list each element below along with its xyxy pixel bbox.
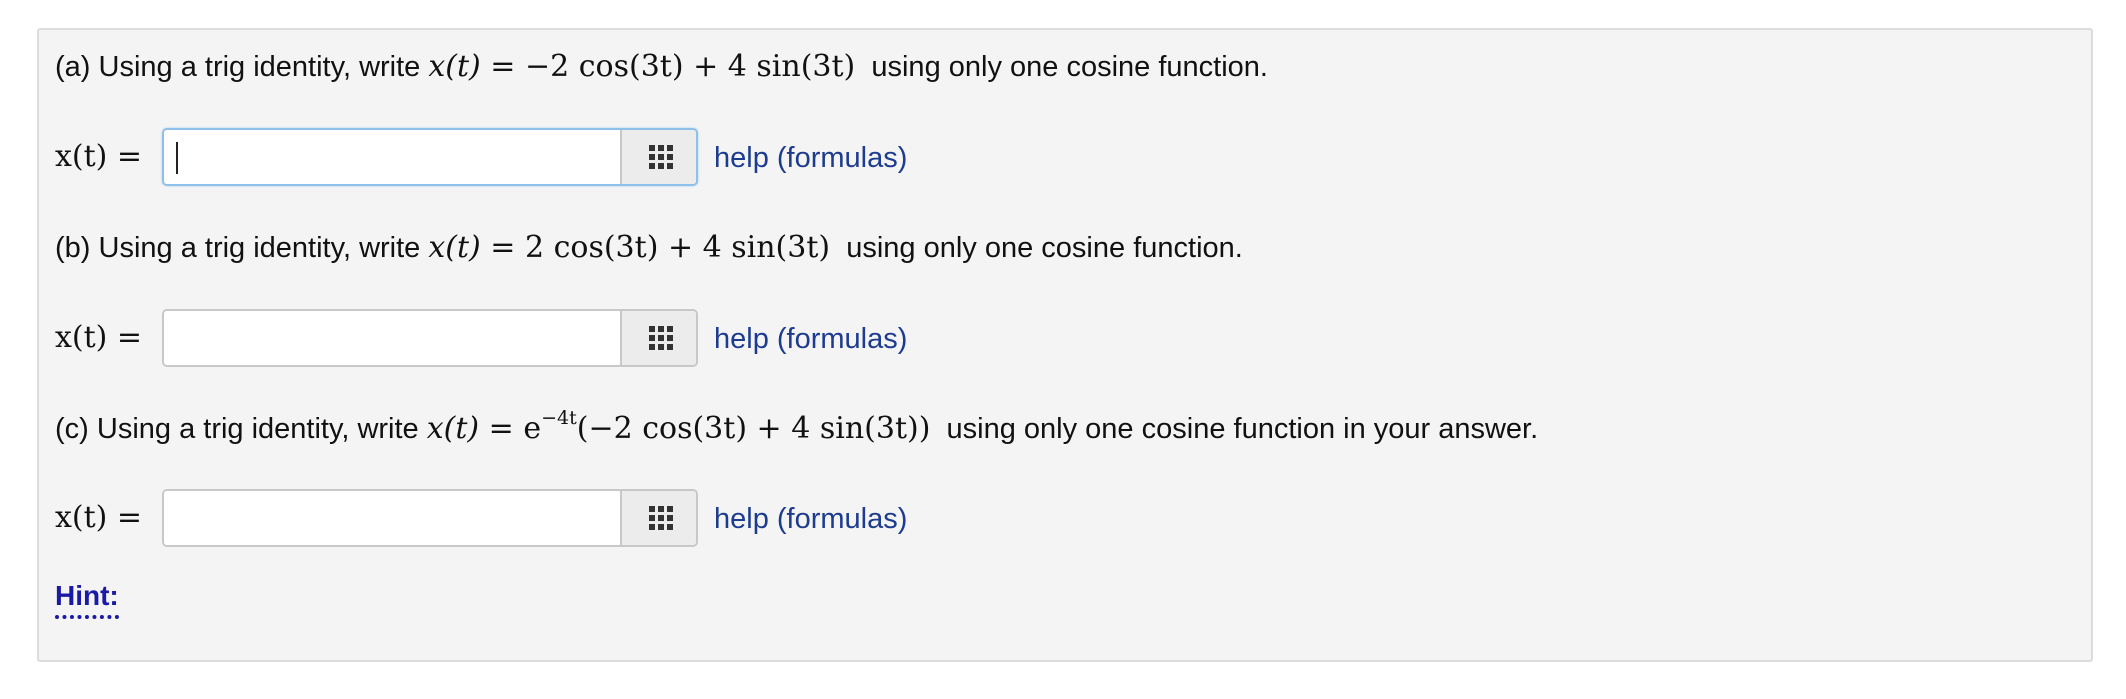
answer-b-label: x(t) = [55,320,143,355]
problem-b-prefix: (b) Using a trig identity, write [55,232,429,264]
grid-icon [649,326,673,350]
answer-c-box [162,489,698,547]
answer-c-label: x(t) = [55,500,143,535]
problem-b-math-lhs: x(t) [428,230,481,265]
help-formulas-link-b[interactable]: help (formulas) [714,319,907,359]
problem-c-math: x(t) = e−4t(−2 cos(3t) + 4 sin(3t)) [426,409,931,447]
text-caret [176,142,178,174]
answer-a-box [162,128,698,186]
help-formulas-link-a[interactable]: help (formulas) [714,138,907,178]
answer-b-input[interactable] [164,311,620,365]
problem-b-math: x(t) = 2 cos(3t) + 4 sin(3t) [428,230,830,265]
answer-c-palette-button[interactable] [620,491,696,545]
answer-a-palette-button[interactable] [620,130,696,184]
problem-c-math-rhs-pre: = e [479,411,542,446]
problem-a-math: x(t) = −2 cos(3t) + 4 sin(3t) [428,49,855,84]
problem-b-math-rhs: = 2 cos(3t) + 4 sin(3t) [480,230,831,265]
problem-c-math-lhs: x(t) [426,411,480,446]
problem-b-text: (b) Using a trig identity, write x(t) = … [55,228,1243,268]
problem-a-math-lhs: x(t) [428,49,481,84]
answer-a-label: x(t) = [55,139,143,174]
problem-c-text: (c) Using a trig identity, write x(t) = … [55,409,1538,449]
hint-link[interactable]: Hint: [55,578,119,619]
problem-c-math-exponent: −4t [541,407,577,429]
problem-a-suffix: using only one cosine function. [855,51,1268,83]
help-formulas-link-c[interactable]: help (formulas) [714,499,907,539]
problem-c-suffix: using only one cosine function in your a… [930,413,1539,445]
grid-icon [649,506,673,530]
answer-b-palette-button[interactable] [620,311,696,365]
answer-b-box [162,309,698,367]
problem-a-math-rhs: = −2 cos(3t) + 4 sin(3t) [480,49,856,84]
problem-a-prefix: (a) Using a trig identity, write [55,51,429,83]
problem-c-math-rhs-post: (−2 cos(3t) + 4 sin(3t)) [576,411,931,446]
problem-a-text: (a) Using a trig identity, write x(t) = … [55,47,1268,87]
answer-a-input[interactable] [164,130,620,184]
grid-icon [649,145,673,169]
problem-b-suffix: using only one cosine function. [830,232,1243,264]
answer-c-input[interactable] [164,491,620,545]
problem-c-prefix: (c) Using a trig identity, write [55,413,427,445]
